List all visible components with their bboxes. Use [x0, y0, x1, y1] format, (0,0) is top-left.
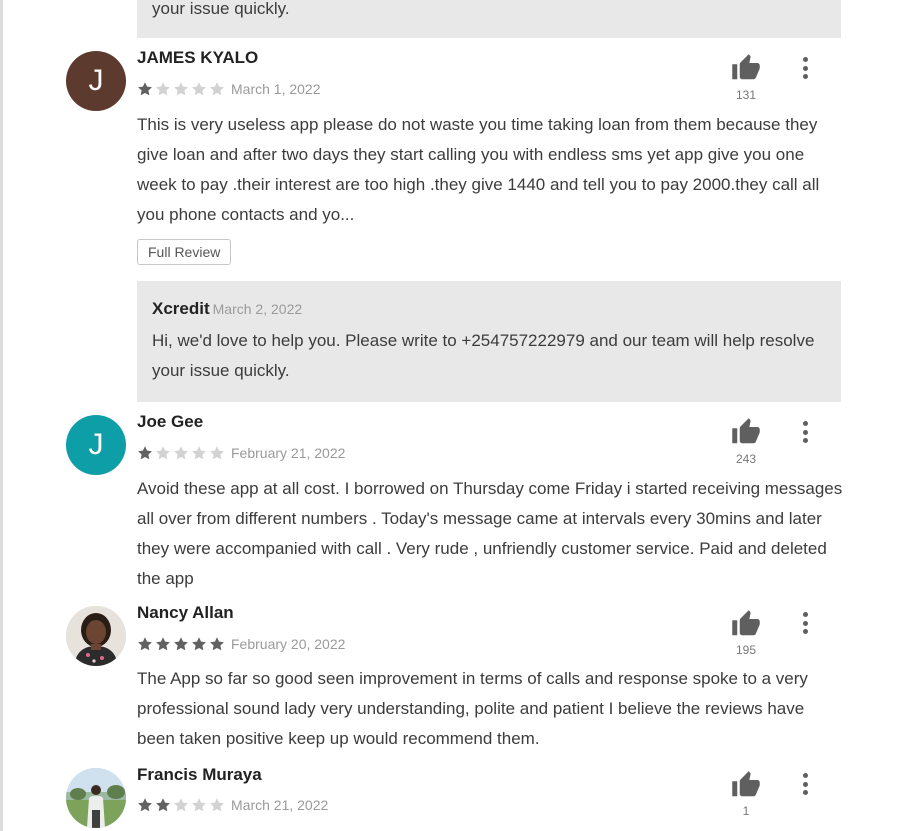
review-author: Nancy Allan — [137, 603, 234, 622]
developer-reply: Xcredit March 2, 2022 Hi, we'd love to he… — [137, 281, 841, 402]
star-filled-icon — [192, 637, 206, 651]
star-rating — [137, 797, 225, 813]
full-review-button[interactable]: Full Review — [137, 239, 232, 265]
rating-row: March 1, 2022 — [137, 79, 321, 99]
reply-text: Hi, we'd love to help you. Please write … — [152, 331, 815, 380]
review-text: This is very useless app please do not w… — [137, 115, 820, 224]
reply-text: your issue quickly. — [152, 0, 290, 18]
star-empty-icon — [174, 446, 188, 460]
avatar: J — [66, 415, 126, 475]
thumbs-up-icon[interactable] — [731, 770, 761, 800]
review-text: Avoid these app at all cost. I borrowed … — [137, 479, 843, 588]
like-count: 243 — [735, 452, 757, 466]
thumbs-up-icon[interactable] — [731, 53, 761, 83]
reply-date: March 2, 2022 — [212, 301, 303, 317]
more-options-icon[interactable] — [795, 419, 815, 445]
review-date: February 20, 2022 — [231, 636, 346, 652]
avatar — [66, 606, 126, 666]
rating-row: February 21, 2022 — [137, 443, 345, 463]
more-options-icon[interactable] — [795, 771, 815, 797]
star-filled-icon — [156, 798, 170, 812]
star-filled-icon — [138, 637, 152, 651]
star-rating — [137, 81, 225, 97]
avatar: J — [66, 51, 126, 111]
star-filled-icon — [138, 446, 152, 460]
star-filled-icon — [138, 798, 152, 812]
star-empty-icon — [210, 446, 224, 460]
star-empty-icon — [192, 82, 206, 96]
star-filled-icon — [174, 637, 188, 651]
star-empty-icon — [174, 798, 188, 812]
star-filled-icon — [210, 637, 224, 651]
like-count: 195 — [735, 643, 757, 657]
thumbs-up-icon[interactable] — [731, 609, 761, 639]
like-count: 131 — [735, 88, 757, 102]
star-empty-icon — [156, 82, 170, 96]
review-date: February 21, 2022 — [231, 445, 346, 461]
woman-portrait-photo — [66, 606, 126, 666]
star-empty-icon — [210, 798, 224, 812]
reply-developer-name: Xcredit — [152, 299, 210, 318]
review-text: The App so far so good seen improvement … — [137, 669, 808, 748]
rating-row: March 21, 2022 — [137, 795, 328, 815]
developer-reply-partial: your issue quickly. — [137, 0, 841, 38]
star-empty-icon — [174, 82, 188, 96]
star-rating — [137, 636, 225, 652]
star-filled-icon — [138, 82, 152, 96]
review-author: JAMES KYALO — [137, 48, 259, 67]
star-empty-icon — [156, 446, 170, 460]
review-date: March 1, 2022 — [231, 81, 321, 97]
left-divider — [0, 0, 3, 831]
review-date: March 21, 2022 — [231, 797, 329, 813]
avatar — [66, 768, 126, 828]
rating-row: February 20, 2022 — [137, 634, 345, 654]
man-outdoors-portrait-photo — [66, 768, 126, 828]
star-empty-icon — [192, 446, 206, 460]
review-author: Joe Gee — [137, 412, 204, 431]
review-author: Francis Muraya — [137, 765, 262, 784]
thumbs-up-icon[interactable] — [731, 417, 761, 447]
star-empty-icon — [192, 798, 206, 812]
more-options-icon[interactable] — [795, 610, 815, 636]
star-filled-icon — [156, 637, 170, 651]
star-rating — [137, 445, 225, 461]
star-empty-icon — [210, 82, 224, 96]
more-options-icon[interactable] — [795, 55, 815, 81]
like-count: 1 — [742, 804, 750, 818]
